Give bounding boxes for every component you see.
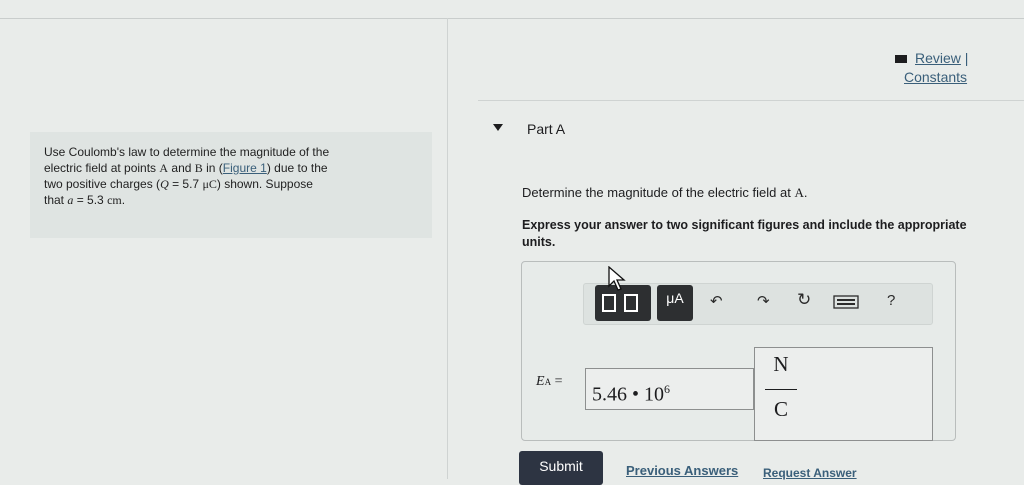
fraction-bar <box>765 389 797 390</box>
review-icon <box>895 55 907 64</box>
reset-icon[interactable]: ↻ <box>797 290 811 310</box>
problem-statement: Use Coulomb's law to determine the magni… <box>30 132 432 238</box>
keyboard-icon[interactable] <box>833 295 859 313</box>
request-answer-link[interactable]: Request Answer <box>763 466 857 480</box>
pane-divider <box>447 18 448 479</box>
part-title: Part A <box>527 121 566 137</box>
answer-variable-label: EA = <box>536 374 563 389</box>
problem-line: electric field at points A and B in (Fig… <box>44 161 328 175</box>
previous-answers-link[interactable]: Previous Answers <box>626 463 738 478</box>
help-button[interactable]: ? <box>887 292 895 309</box>
unit-numerator: N <box>773 352 789 376</box>
review-link[interactable]: Review | <box>895 50 968 66</box>
undo-icon[interactable]: ↶ <box>710 292 723 310</box>
submit-button[interactable]: Submit <box>519 451 603 485</box>
question-text: Determine the magnitude of the electric … <box>522 185 808 200</box>
answer-instructions: Express your answer to two significant f… <box>522 218 967 249</box>
top-divider <box>0 18 1024 19</box>
constants-link[interactable]: Constants <box>904 69 967 85</box>
units-button[interactable]: μA <box>657 285 693 321</box>
problem-line: two positive charges (Q = 5.7 μC) shown.… <box>44 177 313 191</box>
collapse-toggle-icon[interactable] <box>493 124 503 131</box>
redo-icon[interactable]: ↷ <box>757 292 770 310</box>
unit-denominator: C <box>773 397 788 421</box>
problem-line: that a = 5.3 cm. <box>44 193 126 207</box>
answer-value-input[interactable]: 5.46 • 106 <box>585 368 754 410</box>
figure-link[interactable]: Figure 1 <box>223 161 267 175</box>
mouse-pointer-icon <box>608 266 626 291</box>
problem-line: Use Coulomb's law to determine the magni… <box>44 145 330 159</box>
part-divider <box>478 100 1024 101</box>
